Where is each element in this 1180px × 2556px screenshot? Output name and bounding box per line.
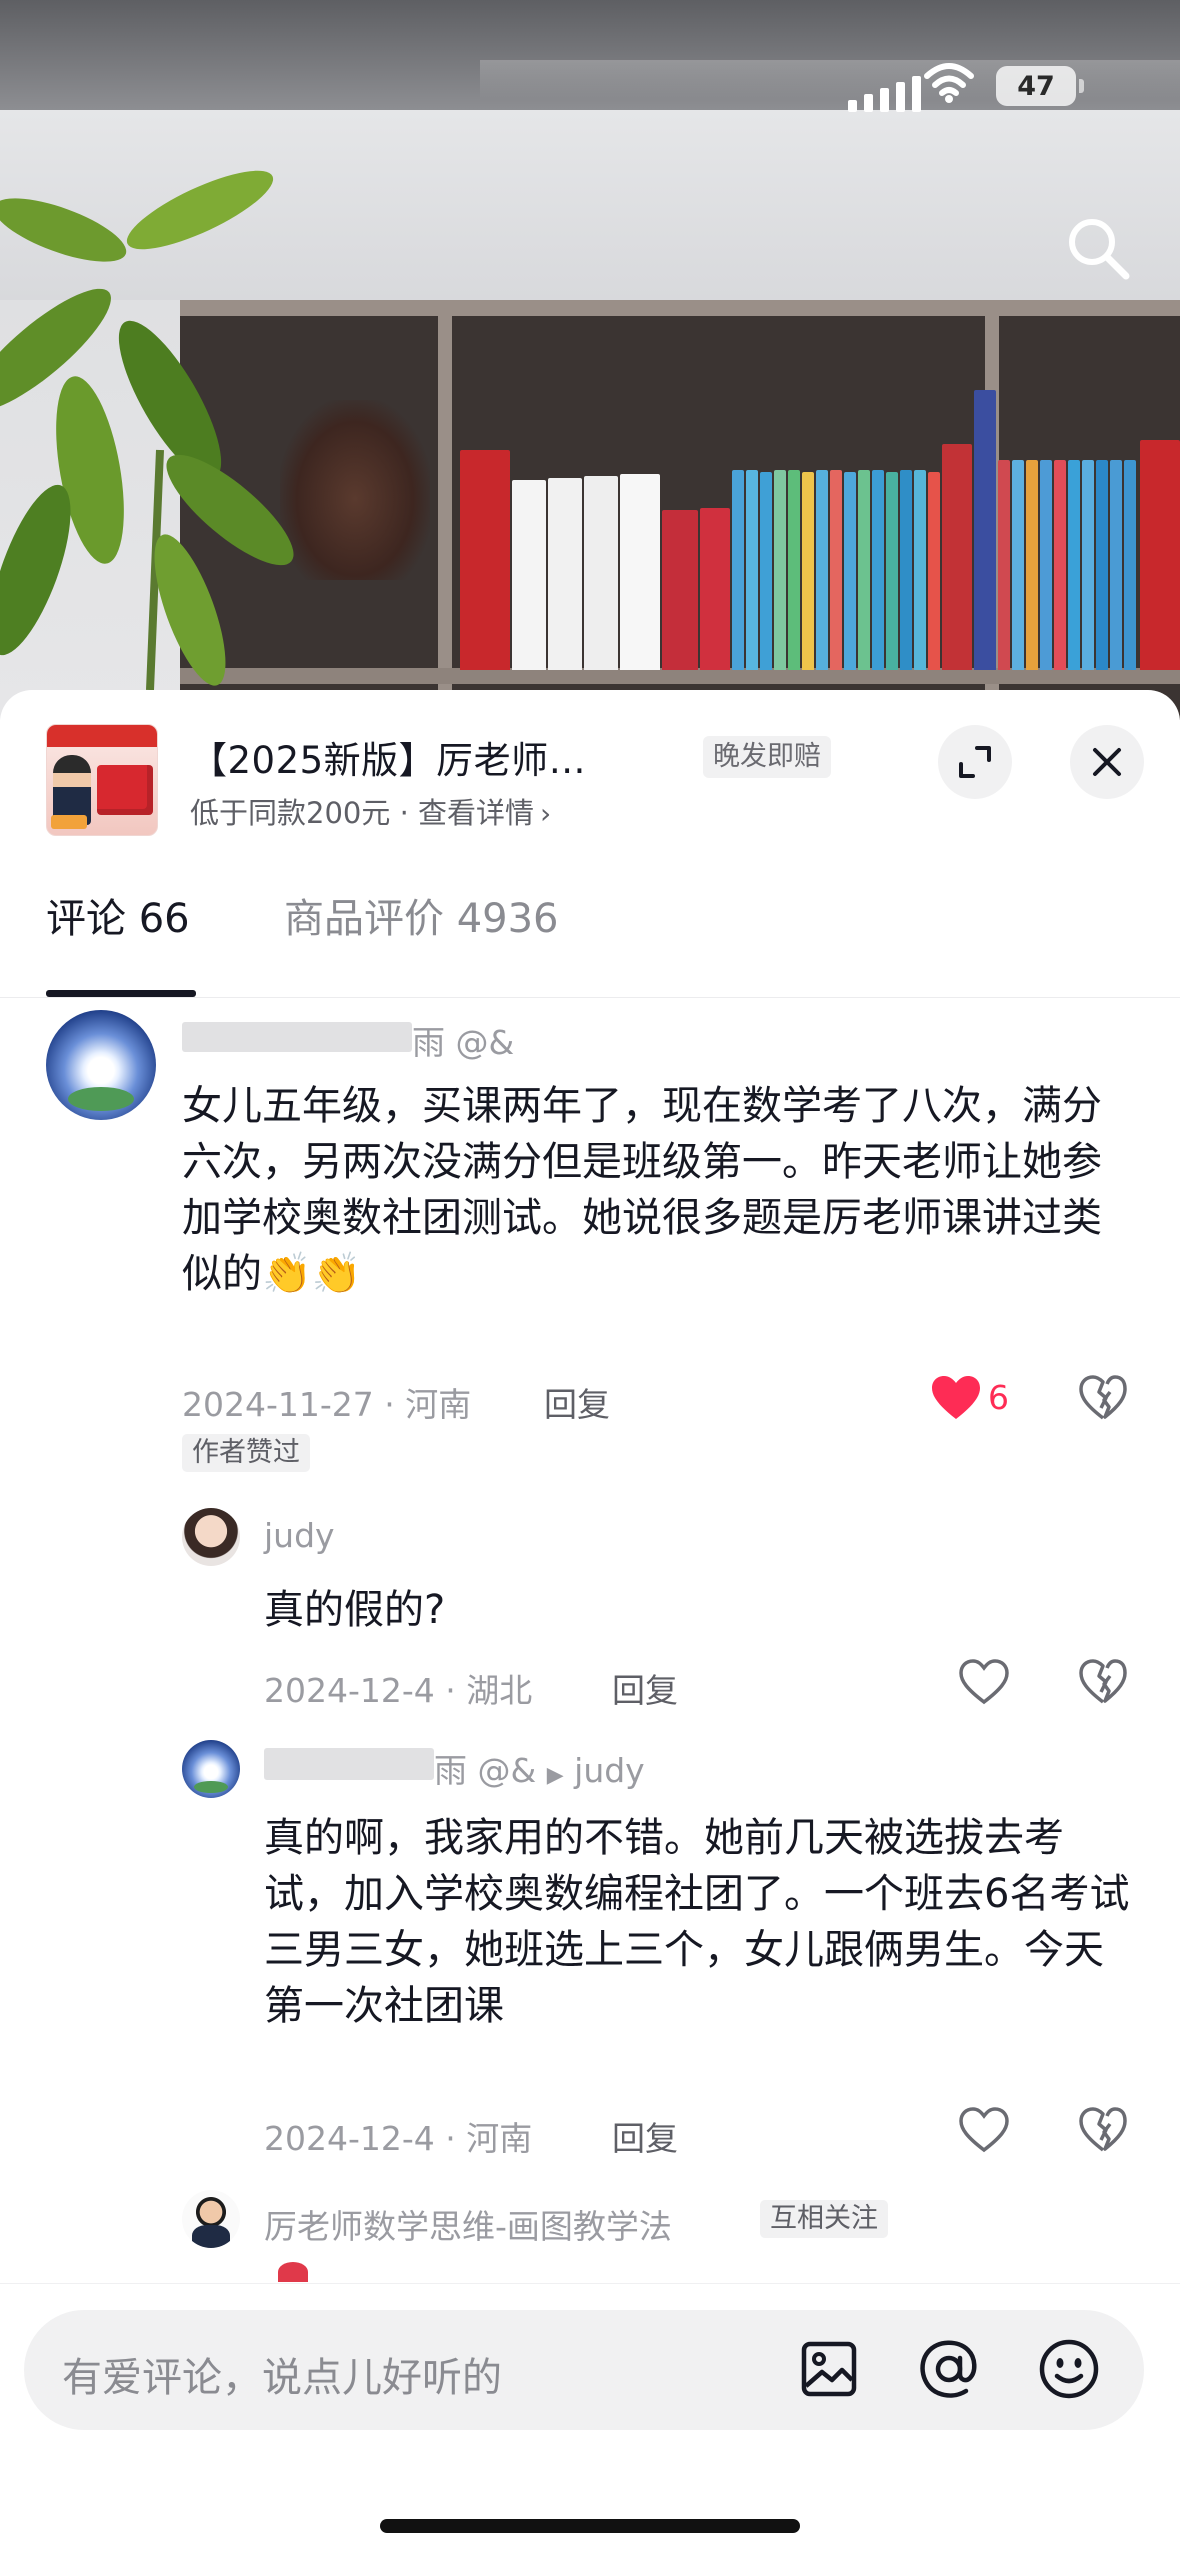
reply-button[interactable]: 回复 [612,2112,678,2160]
tabs-divider [0,997,1180,998]
comment-username[interactable]: 厉老师数学思维-画图教学法 [264,2200,672,2248]
expand-icon [959,746,991,778]
shelf-board [180,668,1180,684]
plant [0,170,294,690]
reply-button[interactable]: 回复 [544,1378,610,1426]
shipping-badge: 晚发即赔 [703,736,831,778]
product-title[interactable]: 【2025新版】厉老师… [190,730,586,784]
comment-username: 雨 @& [434,1751,537,1790]
comment-input-placeholder: 有爱评论，说点儿好听的 [62,2355,502,2401]
reply-to-username: judy [574,1751,645,1790]
image-icon[interactable] [796,2336,862,2402]
heart-filled-icon[interactable] [930,1374,982,1422]
heart-outline-icon[interactable] [958,2106,1010,2154]
home-indicator[interactable] [380,2519,800,2533]
shelf-divider [438,300,452,720]
reply-button[interactable]: 回复 [612,1664,678,1712]
product-subtitle[interactable]: 低于同款200元 · 查看详情 › [190,790,551,832]
battery-indicator: 47 [996,66,1076,106]
search-icon[interactable] [1058,208,1138,288]
mention-icon[interactable] [916,2336,982,2402]
rose-emoji-partial [278,2262,308,2282]
like-count: 6 [988,1378,1009,1417]
avatar[interactable] [182,1508,240,1566]
tab-comments[interactable]: 评论 66 [46,886,190,944]
battery-level: 47 [1017,70,1055,102]
dislike-icon[interactable] [1078,2106,1128,2154]
product-thumbnail[interactable] [46,724,158,836]
avatar[interactable] [46,1010,156,1120]
comment-text: 真的啊，我家用的不错。她前几天被选拔去考试，加入学校奥数编程社团了。一个班去6名… [264,1815,1130,2029]
comment-meta: 2024-11-27 · 河南 [182,1385,472,1424]
close-icon [1093,748,1121,776]
expand-button[interactable] [938,725,1012,799]
reply-arrow-icon: ▶ [546,1763,564,1788]
comment-text: 真的假的? [264,1587,446,1633]
dislike-icon[interactable] [1078,1658,1128,1706]
author-liked-badge: 作者赞过 [182,1434,310,1472]
dislike-icon[interactable] [1078,1374,1128,1422]
avatar[interactable] [182,2190,240,2248]
comment-username[interactable]: judy [264,1516,335,1555]
wifi-icon [924,63,974,103]
comment-meta: 2024-12-4 · 湖北 [264,1671,533,1710]
horse-statue [280,400,430,580]
reply-header[interactable]: 雨 @& ▶ judy [434,1744,645,1792]
redacted-username [182,1022,412,1052]
tab-product-reviews[interactable]: 商品评价 4936 [284,886,559,944]
active-tab-indicator [46,990,196,997]
emoji-icon[interactable] [1036,2336,1102,2402]
comment-username[interactable]: 雨 @& [412,1016,514,1064]
close-button[interactable] [1070,725,1144,799]
cellular-signal-icon [848,62,921,112]
redacted-username [264,1748,434,1780]
comment-text: 女儿五年级，买课两年了，现在数学考了八次，满分六次，另两次没满分但是班级第一。昨… [182,1083,1102,1297]
chevron-right-icon: › [540,797,552,830]
mutual-follow-badge: 互相关注 [760,2200,888,2238]
heart-outline-icon[interactable] [958,1658,1010,1706]
video-background [0,0,1180,720]
avatar[interactable] [182,1740,240,1798]
books-row [460,380,1180,670]
product-subtitle-text: 低于同款200元 · 查看详情 [190,796,535,830]
battery-nub [1079,79,1084,93]
comment-meta: 2024-12-4 · 河南 [264,2119,533,2158]
